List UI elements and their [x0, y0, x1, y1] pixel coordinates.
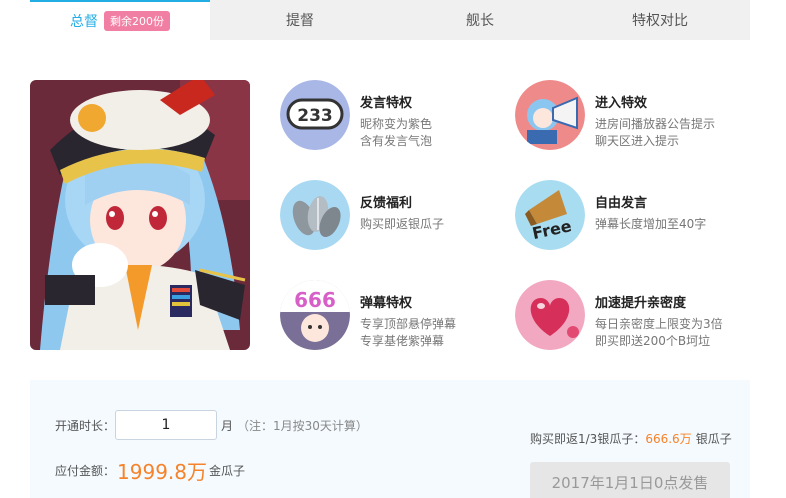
feature-entry-effect: 进入特效 进房间播放器公告提示 聊天区进入提示 — [515, 80, 715, 150]
tab-captain[interactable]: 舰长 — [390, 0, 570, 40]
icon-text: 666 — [294, 288, 336, 312]
feature-desc-line: 进房间播放器公告提示 — [595, 117, 716, 131]
purchase-panel: 开通时长： 月 （注：1月按30天计算） 购买即返1/3银瓜子： 666.6万 … — [30, 380, 750, 498]
feature-title: 加速提升亲密度 — [595, 296, 687, 311]
tab-label: 总督 — [70, 14, 98, 30]
tab-privilege-compare[interactable]: 特权对比 — [570, 0, 750, 40]
feature-desc-line: 昵称变为紫色 — [360, 117, 433, 131]
amount-row: 应付金额： 1999.8万 金瓜子 — [55, 456, 245, 485]
amount-label: 应付金额： — [55, 464, 116, 478]
icon-text: 233 — [297, 106, 333, 126]
free-megaphone-icon: Free — [515, 180, 585, 250]
remaining-badge: 剩余200份 — [104, 11, 170, 31]
duration-unit: 月 — [221, 418, 234, 433]
feature-chat-privilege: 233 发言特权 昵称变为紫色 含有发言气泡 — [280, 80, 432, 150]
feature-title: 发言特权 — [360, 96, 413, 111]
feature-desc-line: 专享基佬紫弹幕 — [360, 334, 445, 348]
duration-input[interactable] — [115, 410, 218, 440]
feature-desc-line: 专享顶部悬停弹幕 — [360, 317, 457, 331]
tab-label: 特权对比 — [632, 13, 688, 29]
feature-title: 反馈福利 — [360, 196, 413, 211]
duration-note: （注：1月按30天计算） — [237, 418, 368, 433]
amount-value: 1999.8万 — [117, 460, 207, 484]
rebate-row: 购买即返1/3银瓜子： 666.6万 银瓜子 — [530, 430, 732, 447]
rebate-label: 购买即返1/3银瓜子： — [530, 432, 646, 446]
silver-seeds-icon — [280, 180, 350, 250]
sale-date-button[interactable]: 2017年1月1日0点发售 — [530, 462, 730, 498]
heart-balloon-icon — [515, 280, 585, 350]
chat-bubble-233-icon: 233 — [280, 80, 350, 150]
rebate-value: 666.6万 — [645, 432, 692, 446]
feature-title: 自由发言 — [595, 196, 648, 211]
character-illustration — [30, 80, 250, 350]
tab-bar: 总督 剩余200份 提督 舰长 特权对比 — [30, 0, 750, 40]
feature-free-speech: Free 自由发言 弹幕长度增加至40字 — [515, 180, 706, 250]
tab-admiral[interactable]: 提督 — [210, 0, 390, 40]
danmaku-666-icon: 666 — [280, 280, 350, 350]
feature-desc-line: 购买即返银瓜子 — [360, 217, 445, 231]
feature-rebate-benefit: 反馈福利 购买即返银瓜子 — [280, 180, 444, 250]
feature-desc-line: 聊天区进入提示 — [595, 134, 680, 148]
rebate-unit: 银瓜子 — [695, 432, 732, 446]
duration-row: 开通时长： 月 （注：1月按30天计算） — [55, 410, 368, 440]
feature-intimacy-boost: 加速提升亲密度 每日亲密度上限变为3倍 即买即送200个B坷垃 — [515, 280, 723, 350]
duration-label: 开通时长： — [55, 418, 116, 433]
megaphone-character-icon — [515, 80, 585, 150]
feature-desc-line: 弹幕长度增加至40字 — [595, 217, 707, 231]
tab-label: 舰长 — [466, 13, 494, 29]
feature-danmaku-privilege: 666 弹幕特权 专享顶部悬停弹幕 专享基佬紫弹幕 — [280, 280, 456, 350]
feature-title: 进入特效 — [595, 96, 648, 111]
amount-unit: 金瓜子 — [209, 464, 246, 478]
feature-desc-line: 每日亲密度上限变为3倍 — [595, 317, 723, 331]
tab-label: 提督 — [286, 13, 314, 29]
tab-governor[interactable]: 总督 剩余200份 — [30, 0, 210, 40]
feature-desc-line: 即买即送200个B坷垃 — [595, 334, 711, 348]
feature-desc-line: 含有发言气泡 — [360, 134, 433, 148]
feature-title: 弹幕特权 — [360, 296, 413, 311]
